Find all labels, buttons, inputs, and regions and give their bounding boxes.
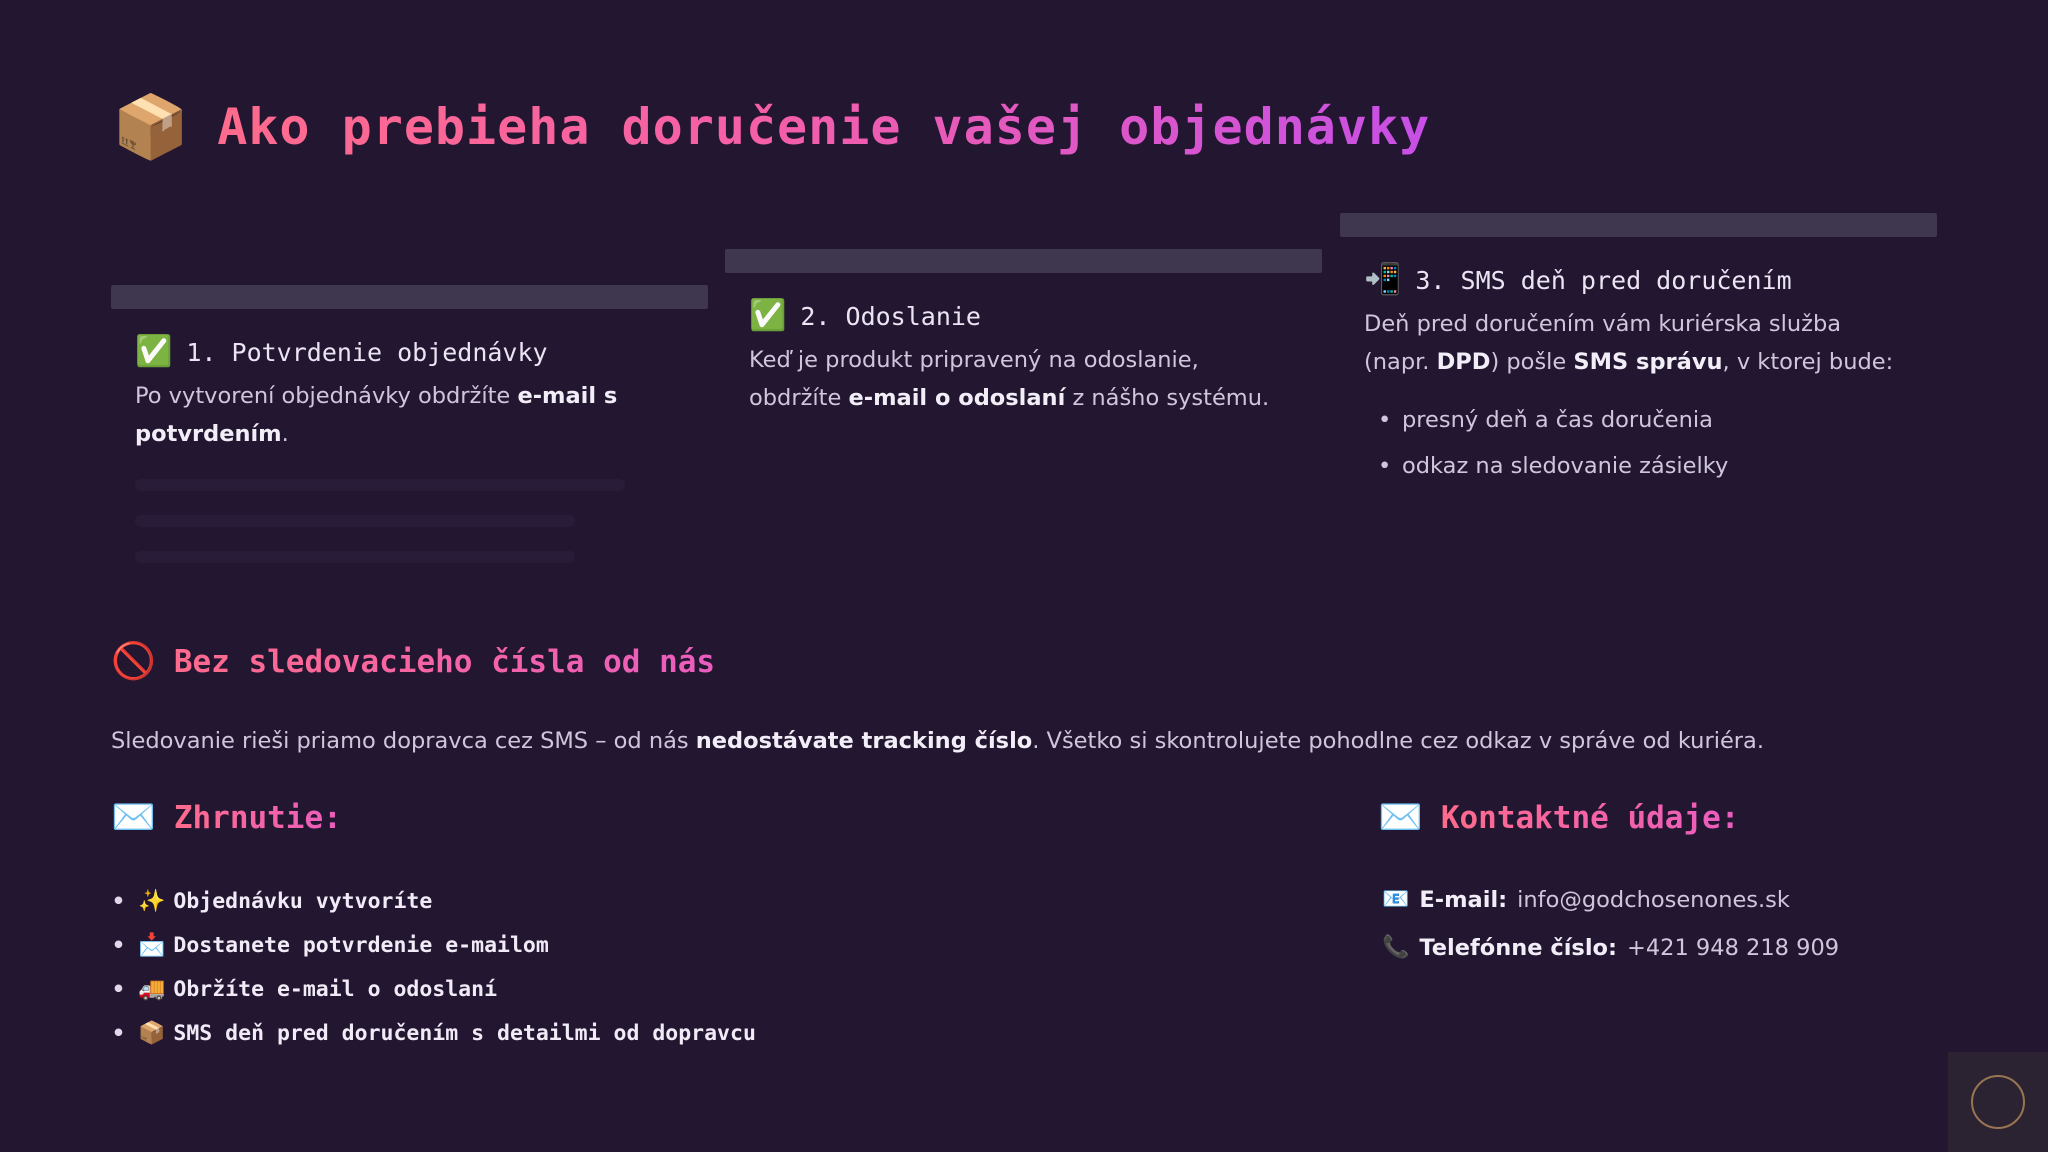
package-icon: 📦 bbox=[138, 1021, 166, 1046]
step-text: Deň pred doručením vám kuriérska služba … bbox=[1364, 305, 1913, 381]
text-part: . Všetko si skontrolujete pohodlne cez o… bbox=[1032, 728, 1764, 754]
package-icon: 📦 bbox=[112, 90, 190, 163]
page-title: 📦 Ako prebieha doručenie vašej objednávk… bbox=[112, 96, 1430, 158]
mobile-sms-icon: 📲 bbox=[1364, 262, 1402, 297]
list-item: presný deň a čas doručenia bbox=[1378, 397, 1913, 443]
step-text: Keď je produkt pripravený na odoslanie, … bbox=[749, 341, 1298, 417]
list-item: 🚚 Obržíte e-mail o odoslaní bbox=[112, 968, 756, 1012]
phone-label: Telefónne číslo: bbox=[1419, 935, 1617, 961]
incoming-envelope-icon: 📩 bbox=[138, 933, 166, 958]
email-label: E-mail: bbox=[1419, 887, 1508, 913]
list-item: 📩 Dostanete potvrdenie e-mailom bbox=[112, 924, 756, 968]
step-title: ✅ 1. Potvrdenie objednávky bbox=[135, 337, 684, 367]
envelope-icon: ✉️ bbox=[111, 797, 156, 838]
step-bullet-list: presný deň a čas doručenia odkaz na sled… bbox=[1364, 397, 1913, 489]
step-card-1: ✅ 1. Potvrdenie objednávky Po vytvorení … bbox=[111, 285, 708, 587]
check-icon: ✅ bbox=[135, 334, 173, 369]
contact-heading: ✉️ Kontaktné údaje: bbox=[1378, 797, 1740, 838]
email-icon: 📧 bbox=[1382, 887, 1410, 912]
logo-ring bbox=[1971, 1075, 2025, 1129]
contact-details: 📧 E-mail: info@godchosenones.sk 📞 Telefó… bbox=[1382, 876, 1839, 972]
card-bar bbox=[1340, 213, 1937, 237]
envelope-icon: ✉️ bbox=[1378, 797, 1423, 838]
step-title: 📲 3. SMS deň pred doručením bbox=[1364, 265, 1913, 295]
prohibited-icon: 🚫 bbox=[111, 641, 156, 682]
step-title-text: 3. SMS deň pred doručením bbox=[1415, 265, 1792, 295]
step-text-part: . bbox=[281, 421, 289, 447]
email-link[interactable]: info@godchosenones.sk bbox=[1517, 876, 1790, 924]
step-text-part: ) pošle bbox=[1490, 349, 1574, 375]
text-part: Sledovanie rieši priamo dopravca cez SMS… bbox=[111, 728, 696, 754]
step-card-2: ✅ 2. Odoslanie Keď je produkt pripravený… bbox=[725, 249, 1322, 417]
step-text-bold: DPD bbox=[1436, 349, 1491, 375]
no-tracking-heading: 🚫 Bez sledovacieho čísla od nás bbox=[111, 641, 716, 682]
contact-email-row: 📧 E-mail: info@godchosenones.sk bbox=[1382, 876, 1839, 924]
contact-phone-row: 📞 Telefónne číslo: +421 948 218 909 bbox=[1382, 924, 1839, 972]
step-text-bold: SMS správu bbox=[1573, 349, 1723, 375]
list-item-text: SMS deň pred doručením s detailmi od dop… bbox=[173, 1021, 756, 1046]
step-text-part: z nášho systému. bbox=[1065, 385, 1270, 411]
no-tracking-text: Sledovanie rieši priamo dopravca cez SMS… bbox=[111, 728, 1764, 754]
step-title: ✅ 2. Odoslanie bbox=[749, 301, 1298, 331]
sparkles-icon: ✨ bbox=[138, 889, 166, 914]
card-bar bbox=[725, 249, 1322, 273]
check-icon: ✅ bbox=[749, 298, 787, 333]
summary-heading: ✉️ Zhrnutie: bbox=[111, 797, 342, 838]
list-item-text: Obržíte e-mail o odoslaní bbox=[173, 977, 498, 1002]
step-title-text: 1. Potvrdenie objednávky bbox=[186, 337, 548, 367]
phone-link[interactable]: +421 948 218 909 bbox=[1627, 924, 1839, 972]
summary-list: ✨ Objednávku vytvoríte 📩 Dostanete potvrde… bbox=[112, 880, 756, 1056]
faded-text-placeholder bbox=[135, 479, 684, 563]
step-title-text: 2. Odoslanie bbox=[800, 301, 981, 331]
step-text-part: , v ktorej bude: bbox=[1722, 349, 1894, 375]
text-bold: nedostávate tracking číslo bbox=[695, 728, 1033, 754]
list-item: 📦 SMS deň pred doručením s detailmi od do… bbox=[112, 1012, 756, 1056]
step-text-part: Po vytvorení objednávky obdržíte bbox=[135, 383, 518, 409]
phone-icon: 📞 bbox=[1382, 935, 1410, 960]
truck-icon: 🚚 bbox=[138, 977, 166, 1002]
page-title-text: Ako prebieha doručenie vašej objednávky bbox=[217, 98, 1431, 156]
section-title: Kontaktné údaje: bbox=[1440, 800, 1740, 836]
step-text: Po vytvorení objednávky obdržíte e-mail … bbox=[135, 377, 684, 453]
step-text-bold: e-mail o odoslaní bbox=[848, 385, 1066, 411]
step-card-3: 📲 3. SMS deň pred doručením Deň pred dor… bbox=[1340, 213, 1937, 489]
corner-logo bbox=[1948, 1052, 2048, 1152]
section-title: Bez sledovacieho čísla od nás bbox=[173, 644, 716, 680]
section-title: Zhrnutie: bbox=[173, 800, 342, 836]
list-item-text: Objednávku vytvoríte bbox=[173, 889, 433, 914]
list-item-text: Dostanete potvrdenie e-mailom bbox=[173, 933, 549, 958]
list-item: odkaz na sledovanie zásielky bbox=[1378, 443, 1913, 489]
card-bar bbox=[111, 285, 708, 309]
list-item: ✨ Objednávku vytvoríte bbox=[112, 880, 756, 924]
